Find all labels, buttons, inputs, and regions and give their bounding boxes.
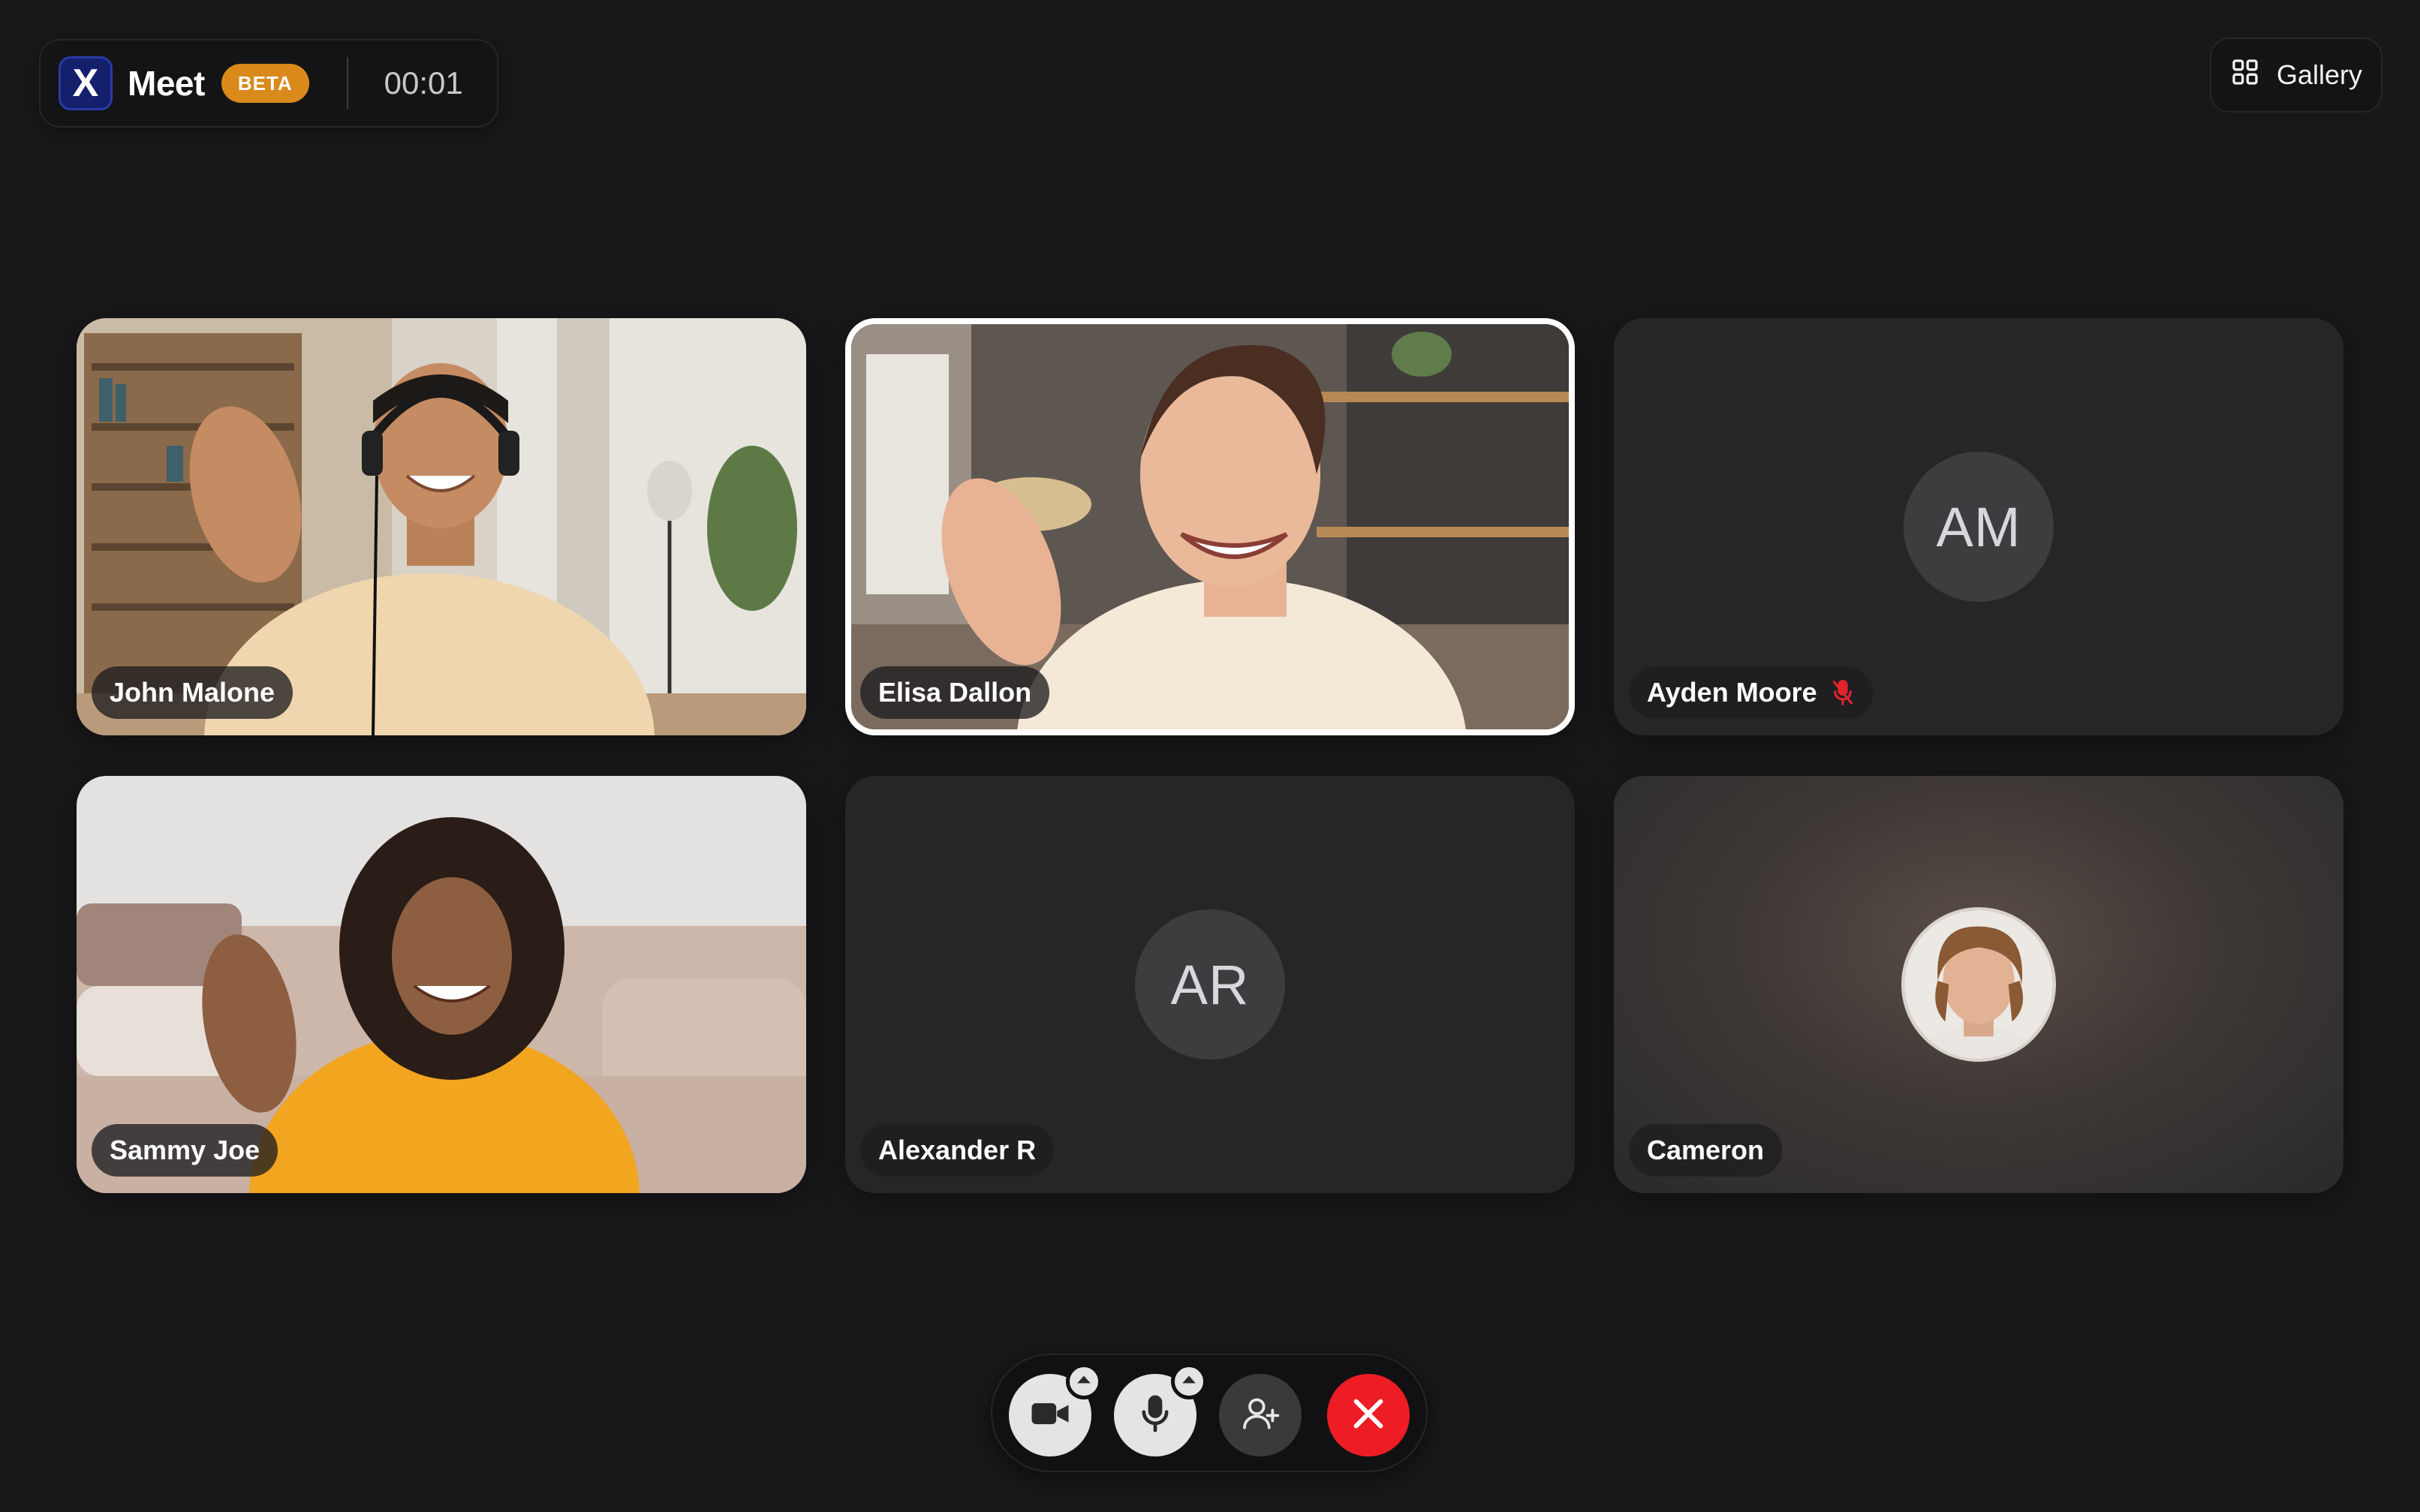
divider xyxy=(346,57,348,110)
participant-tile[interactable]: Cameron xyxy=(1614,776,2343,1193)
add-user-icon xyxy=(1239,1393,1281,1438)
gallery-label: Gallery xyxy=(2276,59,2363,90)
microphone-options-button[interactable] xyxy=(1171,1363,1207,1399)
participant-tile[interactable]: AR Alexander R xyxy=(845,776,1575,1193)
gallery-view-button[interactable]: Gallery xyxy=(2210,38,2382,113)
participant-name-pill: Alexander R xyxy=(860,1124,1055,1177)
chevron-up-icon xyxy=(1076,1372,1092,1392)
microphone-toggle-button[interactable] xyxy=(1114,1363,1207,1456)
initials-avatar: AM xyxy=(1904,452,2054,602)
meeting-app: X Meet BETA 00:01 Gallery John Malone El… xyxy=(0,0,2420,1512)
participant-name: John Malone xyxy=(110,677,275,708)
participant-name-pill: Cameron xyxy=(1629,1124,1783,1177)
beta-badge: BETA xyxy=(221,64,309,103)
camera-icon xyxy=(1029,1393,1071,1438)
app-logo: X xyxy=(59,56,113,110)
add-participant-button[interactable] xyxy=(1219,1374,1302,1456)
photo-avatar xyxy=(1901,907,2056,1062)
grid-icon xyxy=(2230,57,2260,94)
participant-tile[interactable]: Sammy Joe xyxy=(77,776,806,1193)
participant-tile-active-speaker[interactable]: Elisa Dallon xyxy=(845,318,1575,735)
microphone-icon xyxy=(1134,1393,1176,1438)
camera-toggle-button[interactable] xyxy=(1009,1363,1102,1456)
participant-name-pill: John Malone xyxy=(92,666,293,719)
brand-bar: X Meet BETA 00:01 xyxy=(39,39,498,128)
participant-name: Cameron xyxy=(1647,1135,1765,1165)
participant-name: Alexander R xyxy=(878,1135,1037,1165)
end-call-button[interactable] xyxy=(1327,1374,1410,1456)
call-timer: 00:01 xyxy=(384,65,463,101)
participant-name-pill: Ayden Moore xyxy=(1629,666,1873,719)
close-icon xyxy=(1347,1393,1389,1438)
participant-name: Ayden Moore xyxy=(1647,677,1817,708)
camera-options-button[interactable] xyxy=(1066,1363,1102,1399)
participant-name-pill: Elisa Dallon xyxy=(860,666,1050,719)
chevron-up-icon xyxy=(1181,1372,1197,1392)
initials-avatar: AR xyxy=(1135,909,1285,1060)
call-controls xyxy=(991,1354,1428,1472)
participant-name-pill: Sammy Joe xyxy=(92,1124,278,1177)
mic-off-icon xyxy=(1831,679,1855,706)
app-name: Meet xyxy=(128,64,205,103)
participant-name: Elisa Dallon xyxy=(878,677,1032,708)
participant-name: Sammy Joe xyxy=(110,1135,260,1165)
participant-tile[interactable]: John Malone xyxy=(77,318,806,735)
participant-tile[interactable]: AM Ayden Moore xyxy=(1614,318,2343,735)
